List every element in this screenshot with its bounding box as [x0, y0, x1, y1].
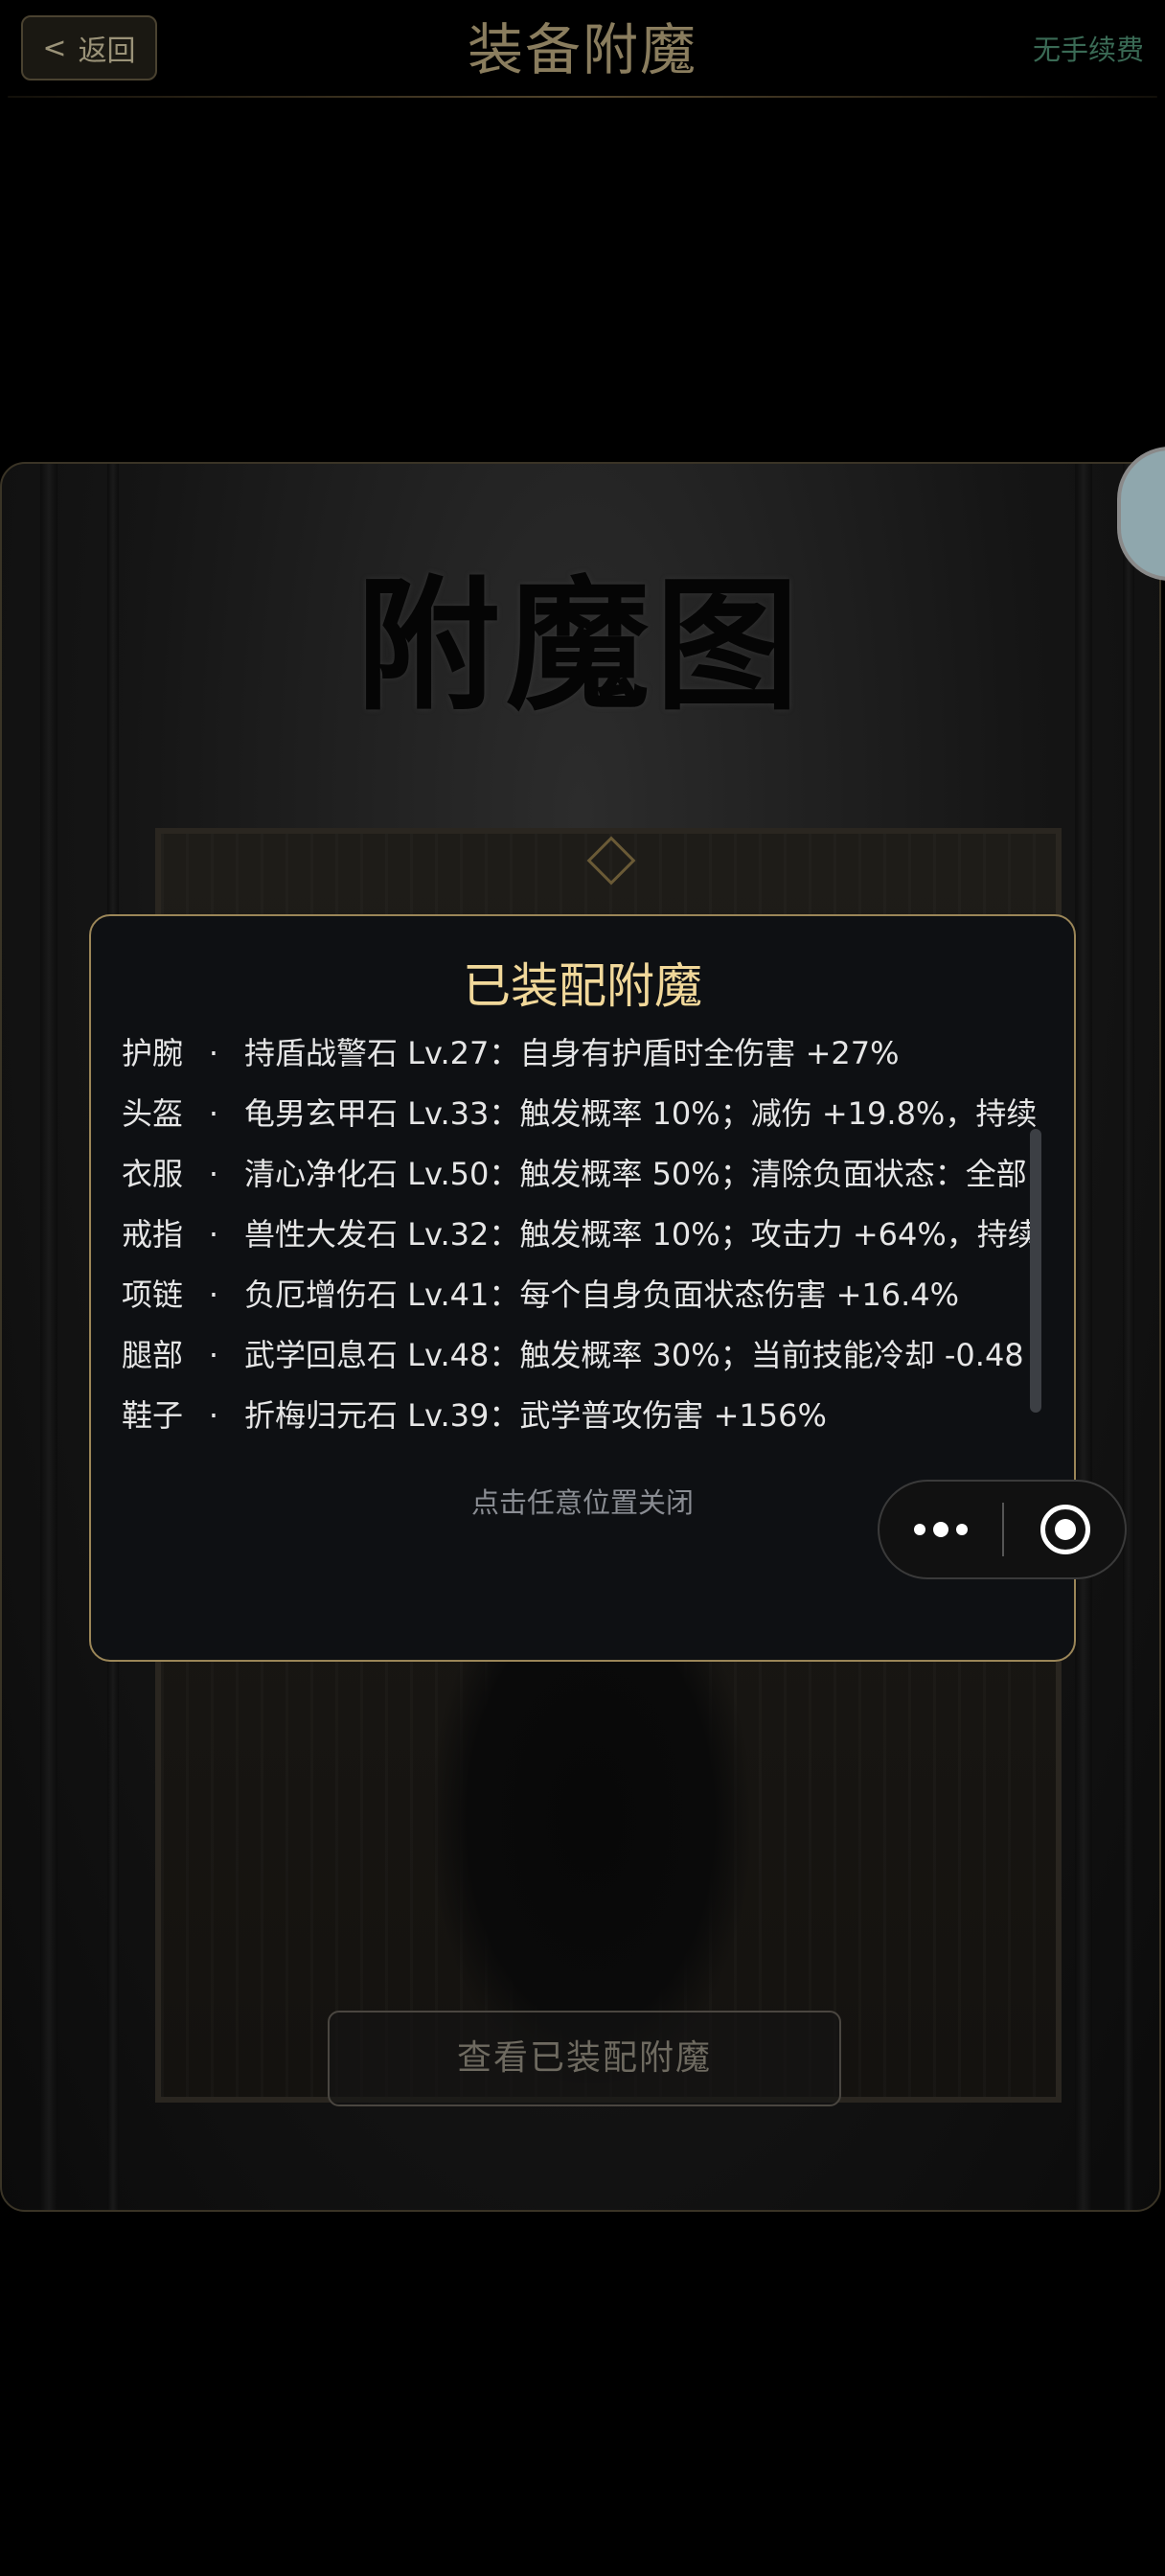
enchant-level: Lv.32 [407, 1216, 490, 1253]
enchant-level: Lv.41 [407, 1276, 490, 1313]
enchant-stone: 龟男玄甲石 [244, 1095, 399, 1132]
enchant-level: Lv.33 [407, 1095, 490, 1132]
enchant-stone: 兽性大发石 [244, 1216, 399, 1253]
enchant-effect: 触发概率 50%；清除负面状态：全部 [519, 1156, 1027, 1192]
enchant-slot: 戒指 [122, 1216, 184, 1253]
enchant-level: Lv.27 [407, 1035, 490, 1071]
enchant-stone: 持盾战警石 [244, 1035, 399, 1071]
dialog-title: 已装配附魔 [463, 958, 702, 1014]
more-dots-icon[interactable] [879, 1482, 1002, 1577]
enchant-list[interactable]: 护腕 · 持盾战警石 Lv.27：自身有护盾时全伤害 +27% 头盔 · 龟男玄甲石 L… [122, 1024, 1049, 1455]
capsule-divider [1002, 1503, 1004, 1556]
enchant-level: Lv.39 [407, 1397, 490, 1434]
enchant-row: 鞋子 · 折梅归元石 Lv.39：武学普攻伤害 +156% [122, 1386, 1049, 1446]
enchant-effect: 触发概率 30%；当前技能冷却 -0.48 [519, 1337, 1024, 1373]
separator-dot: · [208, 1095, 219, 1132]
page-title: 装备附魔 [467, 17, 697, 82]
enchant-slot: 头盔 [122, 1095, 184, 1132]
enchant-slot: 护腕 [122, 1035, 184, 1071]
enchant-slot: 衣服 [122, 1156, 184, 1192]
enchant-effect: 每个自身负面状态伤害 +16.4% [519, 1276, 960, 1313]
enchant-row: 戒指 · 兽性大发石 Lv.32：触发概率 10%；攻击力 +64%，持续 [122, 1205, 1049, 1265]
enchant-level: Lv.48 [407, 1337, 490, 1373]
enchant-level: Lv.50 [407, 1156, 490, 1192]
enchant-effect: 触发概率 10%；减伤 +19.8%，持续 [519, 1095, 1038, 1132]
enchant-slot: 项链 [122, 1276, 184, 1313]
enchant-stone: 武学回息石 [244, 1337, 399, 1373]
separator-dot: · [208, 1035, 219, 1071]
miniprogram-close-icon[interactable] [1040, 1505, 1090, 1554]
enchant-stone: 清心净化石 [244, 1156, 399, 1192]
enchant-row: 头盔 · 龟男玄甲石 Lv.33：触发概率 10%；减伤 +19.8%，持续 [122, 1084, 1049, 1144]
separator-dot: · [208, 1156, 219, 1192]
separator-dot: · [208, 1276, 219, 1313]
view-equipped-enchant-button[interactable]: 查看已装配附魔 [328, 2011, 841, 2106]
enchant-effect: 武学普攻伤害 +156% [519, 1397, 827, 1434]
enchant-stone: 负厄增伤石 [244, 1276, 399, 1313]
enchant-effect: 触发概率 10%；攻击力 +64%，持续 [519, 1216, 1039, 1253]
enchant-row: 护腕 · 持盾战警石 Lv.27：自身有护盾时全伤害 +27% [122, 1024, 1049, 1084]
enchant-effect: 自身有护盾时全伤害 +27% [519, 1035, 900, 1071]
header-divider [8, 96, 1157, 98]
list-scrollbar[interactable] [1030, 1129, 1041, 1413]
enchant-stone: 折梅归元石 [244, 1397, 399, 1434]
miniprogram-capsule [878, 1480, 1127, 1579]
separator-dot: · [208, 1337, 219, 1373]
scene-title: 附魔图 [355, 562, 805, 730]
enchant-row: 项链 · 负厄增伤石 Lv.41：每个自身负面状态伤害 +16.4% [122, 1265, 1049, 1325]
separator-dot: · [208, 1397, 219, 1434]
enchant-slot: 腿部 [122, 1337, 184, 1373]
enchant-slot: 鞋子 [122, 1397, 184, 1434]
enchant-row: 衣服 · 清心净化石 Lv.50：触发概率 50%；清除负面状态：全部 [122, 1144, 1049, 1205]
no-fee-label: 无手续费 [1032, 34, 1144, 66]
enchant-row: 腿部 · 武学回息石 Lv.48：触发概率 30%；当前技能冷却 -0.48 [122, 1325, 1049, 1386]
separator-dot: · [208, 1216, 219, 1253]
top-bar: < 返回 装备附魔 无手续费 [0, 0, 1165, 98]
